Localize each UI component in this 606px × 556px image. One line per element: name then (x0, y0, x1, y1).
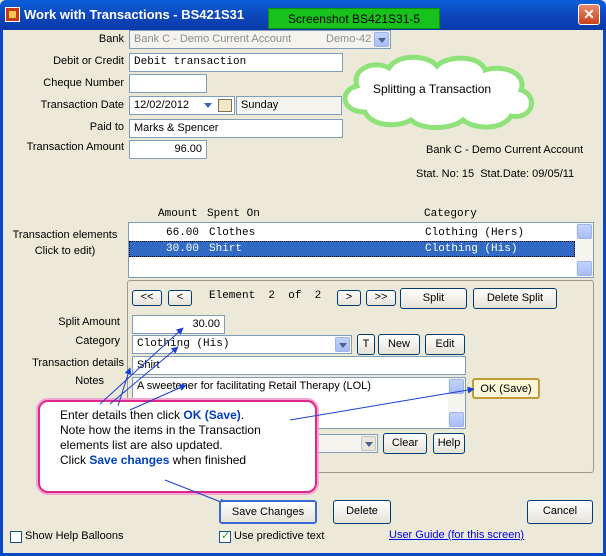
predictive-text-checkbox[interactable] (219, 529, 231, 543)
delete-button[interactable]: Delete (333, 500, 391, 524)
user-guide-link[interactable]: User Guide (for this screen) (389, 529, 524, 541)
cancel-button[interactable]: Cancel (527, 500, 593, 524)
predictive-text-label: Use predictive text (234, 530, 325, 542)
annotation-arrows (99, 327, 475, 505)
show-help-balloons-label: Show Help Balloons (25, 530, 124, 542)
show-help-balloons-checkbox[interactable] (10, 531, 22, 543)
save-changes-button[interactable]: Save Changes (219, 500, 317, 524)
